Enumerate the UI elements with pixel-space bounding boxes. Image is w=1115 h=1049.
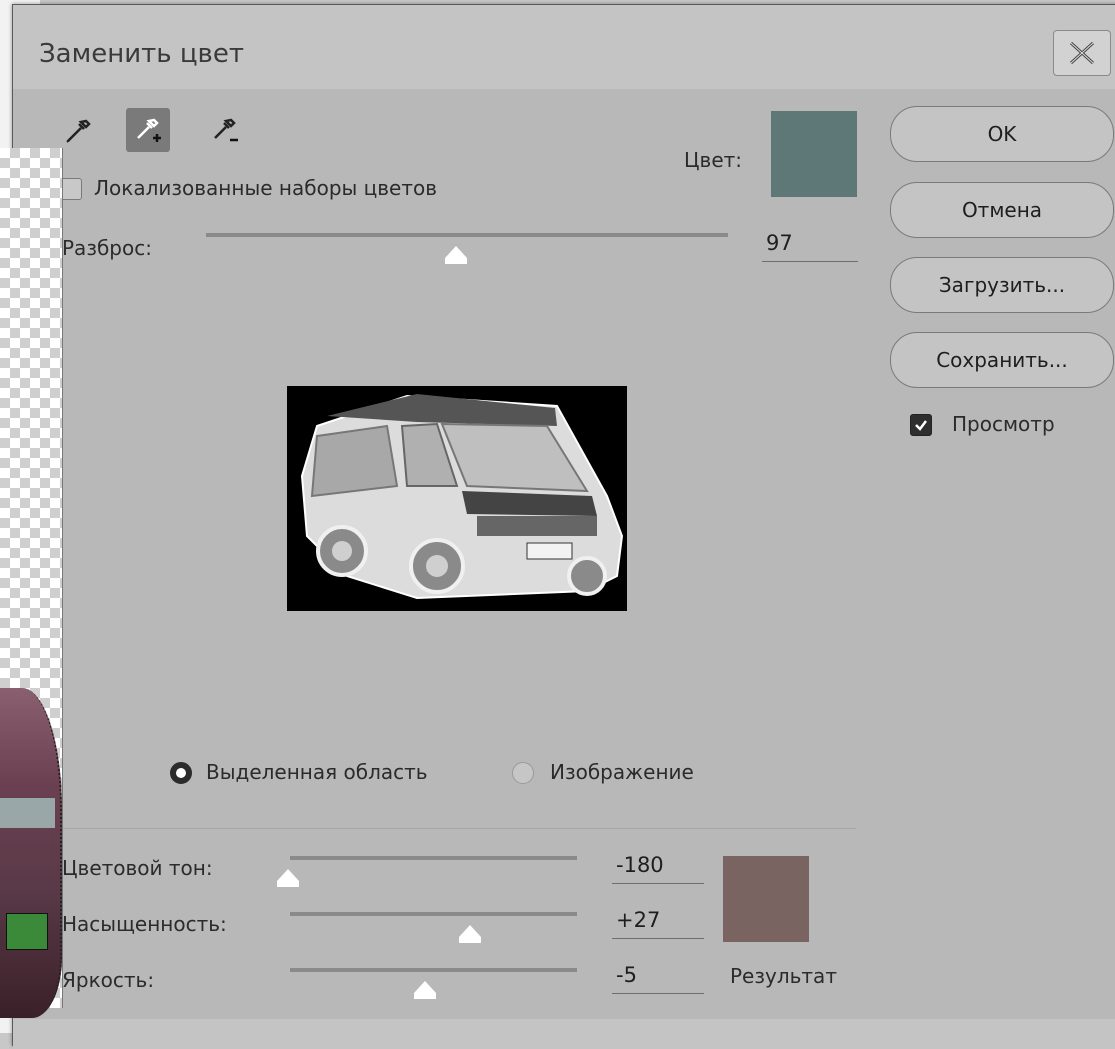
fuzziness-label: Разброс: [62,236,152,260]
dialog-bottom-edge [13,1019,1115,1049]
preview-label: Просмотр [952,412,1055,436]
dialog-title: Заменить цвет [39,39,245,69]
saturation-slider-thumb[interactable] [459,925,481,943]
eyedropper-icon[interactable] [56,108,100,152]
car-image-fragment [0,688,62,1018]
checkmark-icon [915,420,927,431]
result-swatch[interactable] [723,856,809,942]
preview-checkbox[interactable] [910,414,932,436]
background-image-panel [0,148,63,1018]
lightness-value-field[interactable]: -5 [612,963,704,994]
radio-image[interactable] [512,762,534,784]
localized-checkbox[interactable] [60,178,82,200]
color-swatch[interactable] [771,111,857,197]
lightness-slider-track[interactable] [290,968,577,972]
hue-slider-track[interactable] [290,856,577,860]
hue-slider-thumb[interactable] [277,869,299,887]
selection-preview [287,386,627,611]
saturation-slider-track[interactable] [290,912,577,916]
section-divider [60,828,856,829]
car-plate [6,913,48,950]
lightness-slider-thumb[interactable] [414,981,436,999]
radio-selection-label: Выделенная область [206,760,428,784]
radio-selection[interactable] [170,762,192,784]
hue-label: Цветовой тон: [62,856,213,880]
eyedropper-plus-icon[interactable] [126,108,170,152]
close-icon[interactable] [1053,30,1111,76]
hue-value-field[interactable]: -180 [612,853,704,884]
fuzziness-value-field[interactable]: 97 [762,231,858,262]
result-label: Результат [730,964,837,988]
car-headlight [0,798,55,828]
lightness-label: Яркость: [62,968,155,992]
fuzziness-slider-thumb[interactable] [445,246,467,264]
load-button[interactable]: Загрузить... [890,257,1114,313]
localized-label: Локализованные наборы цветов [94,176,438,200]
save-button[interactable]: Сохранить... [890,332,1114,388]
fuzziness-slider-track[interactable] [206,233,728,237]
title-bar: Заменить цвет [13,5,1115,89]
ok-button[interactable]: OK [890,106,1114,162]
radio-image-label: Изображение [550,760,694,784]
color-label: Цвет: [684,148,743,172]
saturation-label: Насыщенность: [62,912,227,936]
cancel-button[interactable]: Отмена [890,182,1114,238]
saturation-value-field[interactable]: +27 [612,908,704,939]
eyedropper-minus-icon[interactable] [203,108,247,152]
van-preview-image [287,386,627,611]
